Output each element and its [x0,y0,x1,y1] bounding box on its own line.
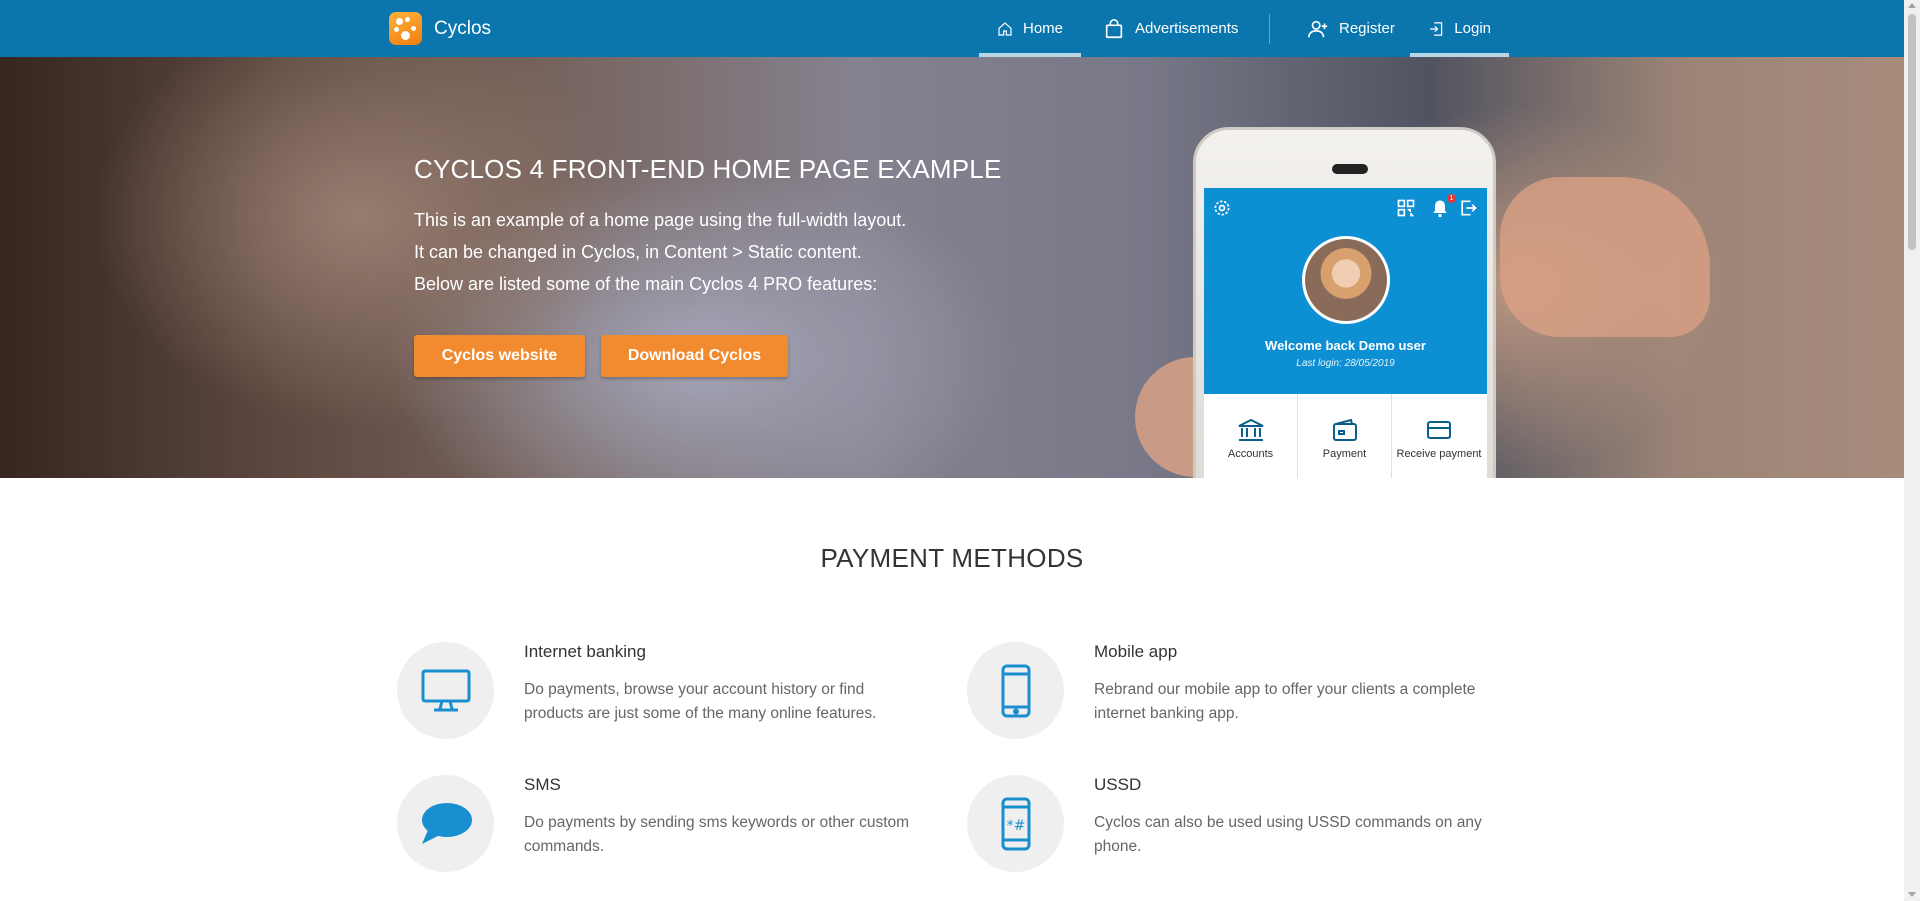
nav-register[interactable]: Register [1289,0,1413,57]
feature-icon-circle [397,775,494,872]
nav-home-label: Home [1022,20,1063,37]
feature-desc-line: phone. [1094,838,1142,855]
logout-icon[interactable] [1458,198,1478,218]
login-icon [1430,21,1443,36]
nav-register-label: Register [1339,20,1395,37]
feature-desc-line: Do payments by sending sms keywords or o… [524,814,910,831]
feature-title-mobile-app: Mobile app [1094,642,1178,661]
welcome-message: Welcome back Demo user [1265,338,1426,353]
hero-text-line-1: This is an example of a home page using … [414,210,907,230]
scrollbar-thumb[interactable] [1908,14,1916,250]
phone-screen: 1 Welcome back Demo user Last login: 28/… [1204,188,1487,478]
hero-banner: CYCLOS 4 FRONT-END HOME PAGE EXAMPLE Thi… [0,57,1904,478]
ussd-phone-icon: *# [1001,797,1030,850]
feature-desc-line: commands. [524,838,605,855]
feature-title-internet-banking: Internet banking [524,642,646,661]
hand-image [1500,177,1710,337]
home-icon [998,21,1012,36]
tile-accounts[interactable]: Accounts [1204,394,1298,478]
phone-speaker [1332,164,1368,174]
scroll-up-arrow-icon[interactable] [1908,3,1916,8]
cyclos-logo-icon [389,12,422,45]
nav-home[interactable]: Home [979,0,1081,57]
qr-code-icon[interactable] [1396,198,1416,218]
tile-accounts-label: Accounts [1227,448,1274,460]
chat-bubble-icon [421,802,472,844]
feature-desc-sms: Do payments by sending sms keywords or o… [524,811,944,859]
notification-badge: 1 [1447,194,1456,203]
app-header: 1 Welcome back Demo user Last login: 28/… [1204,188,1487,394]
svg-text:*#: *# [1006,818,1025,834]
feature-desc-ussd: Cyclos can also be used using USSD comma… [1094,811,1534,859]
nav-divider [1269,14,1270,44]
nav-login[interactable]: Login [1410,0,1509,57]
feature-icon-circle: *# [967,775,1064,872]
payment-methods-title: PAYMENT METHODS [820,543,1084,573]
tile-receive-payment[interactable]: Receive payment [1392,394,1486,478]
smartphone-icon [1001,664,1030,717]
download-cyclos-button[interactable]: Download Cyclos [601,335,788,377]
feature-title-ussd: USSD [1094,775,1142,794]
tile-receive-payment-label: Receive payment [1396,448,1482,460]
shopping-bag-icon [1105,18,1123,38]
tile-payment[interactable]: Payment [1298,394,1392,478]
hero-text-line-2: It can be changed in Cyclos, in Content … [414,242,862,262]
brand-name: Cyclos [434,17,492,39]
phone-mockup: 1 Welcome back Demo user Last login: 28/… [1193,127,1496,478]
settings-gear-icon[interactable] [1212,198,1232,218]
wallet-icon [1332,418,1357,441]
feature-desc-line: products are just some of the many onlin… [524,705,877,722]
feature-icon-circle [397,642,494,739]
add-user-icon [1308,20,1328,37]
nav-advertisements-label: Advertisements [1135,20,1239,37]
feature-desc-line: Rebrand our mobile app to offer your cli… [1094,681,1476,698]
brand-link[interactable]: Cyclos [389,12,491,45]
feature-desc-internet-banking: Do payments, browse your account history… [524,678,944,726]
hero-title: CYCLOS 4 FRONT-END HOME PAGE EXAMPLE [414,154,1002,184]
feature-desc-line: internet banking app. [1094,705,1239,722]
feature-title-sms: SMS [524,775,561,794]
last-login-text: Last login: 28/05/2019 [1296,358,1395,369]
feature-desc-line: Cyclos can also be used using USSD comma… [1094,814,1482,831]
hero-text-line-3: Below are listed some of the main Cyclos… [414,274,878,294]
feature-icon-circle [967,642,1064,739]
nav-login-label: Login [1454,20,1491,37]
bank-icon [1238,418,1263,441]
feature-desc-mobile-app: Rebrand our mobile app to offer your cli… [1094,678,1534,726]
page-scrollbar[interactable] [1904,0,1920,901]
credit-card-icon [1427,421,1451,439]
top-navigation-bar: Cyclos Home Advertisements Register Logi… [0,0,1904,57]
avatar [1302,236,1390,324]
scroll-down-arrow-icon[interactable] [1908,892,1916,897]
tile-payment-label: Payment [1322,448,1367,460]
feature-desc-line: Do payments, browse your account history… [524,681,865,698]
monitor-icon [421,669,470,711]
cyclos-website-button[interactable]: Cyclos website [414,335,585,377]
nav-advertisements[interactable]: Advertisements [1085,0,1256,57]
